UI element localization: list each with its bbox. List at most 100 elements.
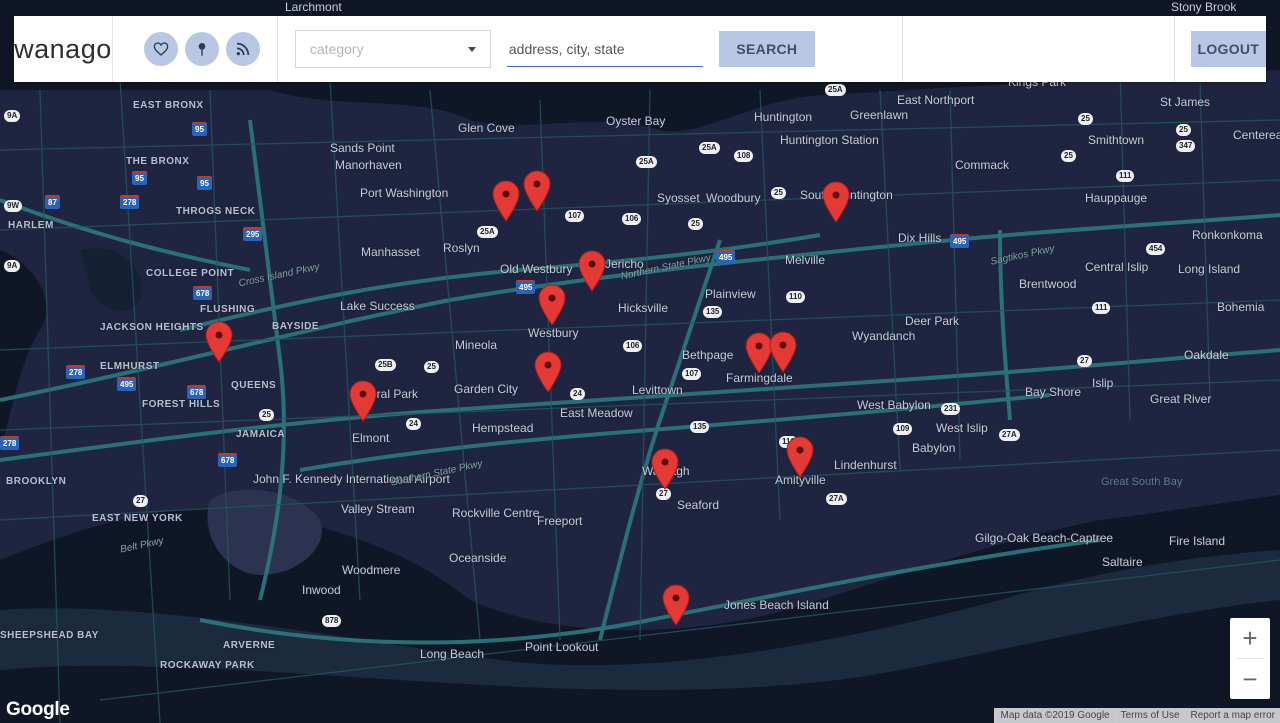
pin-icon bbox=[198, 43, 206, 56]
map-label: Oakdale bbox=[1184, 348, 1229, 362]
map-marker-icon[interactable] bbox=[523, 170, 551, 212]
map-marker-icon[interactable] bbox=[651, 448, 679, 490]
route-shield: 25 bbox=[1061, 150, 1076, 162]
map-label: Woodmere bbox=[342, 563, 401, 577]
map-label: Mineola bbox=[455, 338, 498, 352]
map-label: Manorhaven bbox=[335, 158, 402, 172]
map-label: Old Westbury bbox=[500, 262, 573, 276]
map-label: Hauppauge bbox=[1085, 191, 1148, 205]
map-label: East Meadow bbox=[560, 406, 633, 420]
favorites-button[interactable] bbox=[143, 32, 178, 66]
google-logo[interactable]: Google bbox=[6, 699, 70, 721]
route-shield: 25A bbox=[636, 156, 657, 168]
map-label: Woodbury bbox=[706, 191, 761, 205]
map-label: Plainview bbox=[705, 287, 756, 301]
map-label: Westbury bbox=[528, 326, 579, 340]
feed-button[interactable] bbox=[225, 32, 260, 66]
route-shield: 27A bbox=[826, 493, 847, 505]
map-label: JACKSON HEIGHTS bbox=[100, 322, 204, 333]
map-label: Gilgo-Oak Beach-Captree bbox=[975, 531, 1114, 545]
route-shield: 9A bbox=[4, 260, 21, 272]
terms-of-use-link[interactable]: Terms of Use bbox=[1114, 708, 1185, 723]
route-shield: 106 bbox=[623, 340, 643, 352]
map-marker-icon[interactable] bbox=[662, 584, 690, 626]
map-label: Deer Park bbox=[905, 314, 960, 328]
map-label: THROGS NECK bbox=[176, 206, 256, 217]
map-marker-icon[interactable] bbox=[349, 380, 377, 422]
zoom-in-button[interactable]: + bbox=[1230, 618, 1270, 658]
map-label: West Babylon bbox=[857, 398, 931, 412]
zoom-out-button[interactable]: − bbox=[1230, 659, 1270, 699]
report-map-error-link[interactable]: Report a map error bbox=[1184, 708, 1280, 723]
map-label: Syosset bbox=[657, 191, 700, 205]
logo[interactable]: wanago bbox=[14, 16, 113, 82]
map-label: Smithtown bbox=[1088, 133, 1145, 147]
map-label: West Islip bbox=[936, 421, 988, 435]
route-shield: 27 bbox=[133, 495, 148, 507]
map-label: Larchmont bbox=[285, 0, 342, 14]
map-label: Brentwood bbox=[1019, 277, 1077, 291]
map[interactable]: Glen Cove Oyster Bay Huntington Huntington … bbox=[0, 0, 1280, 723]
route-shield: 678 bbox=[187, 385, 207, 399]
route-shield: 27A bbox=[999, 429, 1020, 441]
map-attribution: Map data ©2019 Google Terms of Use Repor… bbox=[994, 708, 1280, 723]
heart-icon bbox=[153, 42, 169, 56]
logout-button[interactable]: LOGOUT bbox=[1190, 31, 1266, 67]
map-label: Jones Beach Island bbox=[724, 598, 829, 612]
route-shield: 95 bbox=[197, 176, 212, 190]
route-shield: 25 bbox=[688, 218, 703, 230]
map-label: Oceanside bbox=[449, 551, 507, 565]
map-marker-icon[interactable] bbox=[538, 284, 566, 326]
map-label: East Northport bbox=[897, 93, 975, 107]
map-marker-icon[interactable] bbox=[769, 331, 797, 373]
map-label: EAST BRONX bbox=[133, 100, 204, 111]
map-label: Inwood bbox=[302, 583, 341, 597]
route-shield: 95 bbox=[132, 171, 147, 185]
map-label: JAMAICA bbox=[236, 429, 286, 440]
category-select[interactable]: category bbox=[294, 30, 491, 68]
route-shield: 495 bbox=[516, 280, 536, 294]
route-shield: 347 bbox=[1176, 140, 1196, 152]
map-label: COLLEGE POINT bbox=[146, 268, 235, 279]
map-label: FLUSHING bbox=[200, 304, 256, 315]
route-shield: 135 bbox=[703, 306, 723, 318]
map-label: Roslyn bbox=[443, 241, 480, 255]
route-shield: 9W bbox=[4, 200, 22, 212]
route-shield: 25 bbox=[424, 361, 439, 373]
chevron-down-icon bbox=[467, 46, 476, 52]
map-marker-icon[interactable] bbox=[205, 321, 233, 363]
map-marker-icon[interactable] bbox=[786, 436, 814, 478]
route-shield: 25 bbox=[1176, 124, 1191, 136]
route-shield: 678 bbox=[218, 453, 238, 467]
map-label: Fire Island bbox=[1169, 534, 1226, 548]
map-marker-icon[interactable] bbox=[534, 351, 562, 393]
map-label: Saltaire bbox=[1102, 555, 1143, 569]
map-label: SHEEPSHEAD BAY bbox=[0, 630, 99, 641]
zoom-control: + − bbox=[1230, 618, 1270, 699]
map-label: Stony Brook bbox=[1171, 0, 1237, 14]
route-shield: 495 bbox=[950, 234, 970, 248]
route-shield: 24 bbox=[406, 418, 421, 430]
map-label: FOREST HILLS bbox=[142, 399, 221, 410]
map-label: BROOKLYN bbox=[6, 476, 67, 487]
map-label: Seaford bbox=[677, 498, 720, 512]
route-shield: 278 bbox=[66, 365, 86, 379]
map-label: HARLEM bbox=[8, 220, 54, 231]
map-label: Long Beach bbox=[420, 647, 485, 661]
map-marker-icon[interactable] bbox=[822, 181, 850, 223]
search-button[interactable]: SEARCH bbox=[718, 31, 815, 67]
locations-button[interactable] bbox=[184, 32, 219, 66]
route-shield: 87 bbox=[45, 195, 60, 209]
route-shield: 25A bbox=[699, 142, 720, 154]
route-shield: 9A bbox=[4, 110, 21, 122]
map-label: Glen Cove bbox=[458, 121, 515, 135]
route-shield: 106 bbox=[622, 213, 642, 225]
map-label: Bethpage bbox=[682, 348, 734, 362]
map-marker-icon[interactable] bbox=[492, 180, 520, 222]
map-label: Central Islip bbox=[1085, 260, 1149, 274]
address-input[interactable] bbox=[506, 31, 703, 67]
route-shield: 25 bbox=[259, 409, 274, 421]
route-shield: 295 bbox=[243, 227, 263, 241]
map-label: Greenlawn bbox=[850, 108, 909, 122]
map-marker-icon[interactable] bbox=[578, 250, 606, 292]
